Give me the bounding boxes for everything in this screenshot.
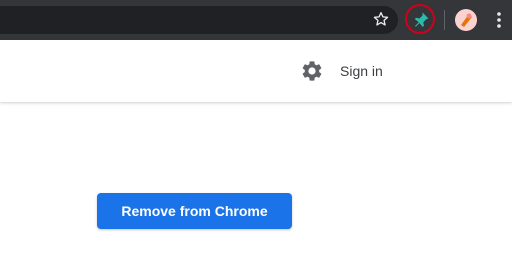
settings-button[interactable]	[299, 58, 325, 84]
highlight-circle	[405, 4, 435, 34]
star-outline-icon	[373, 12, 389, 26]
sign-in-link[interactable]: Sign in	[340, 62, 383, 80]
browser-toolbar	[0, 0, 512, 40]
chrome-menu-button[interactable]	[489, 8, 509, 32]
toolbar-divider	[444, 10, 445, 30]
address-bar[interactable]	[0, 6, 398, 34]
store-header: Sign in	[0, 40, 512, 102]
gear-icon	[302, 61, 322, 81]
user-avatar	[455, 9, 477, 31]
profile-avatar-button[interactable]	[455, 9, 477, 31]
remove-from-chrome-button[interactable]: Remove from Chrome	[97, 193, 292, 229]
kebab-menu-icon	[497, 12, 501, 28]
bookmark-star-button[interactable]	[369, 7, 393, 31]
